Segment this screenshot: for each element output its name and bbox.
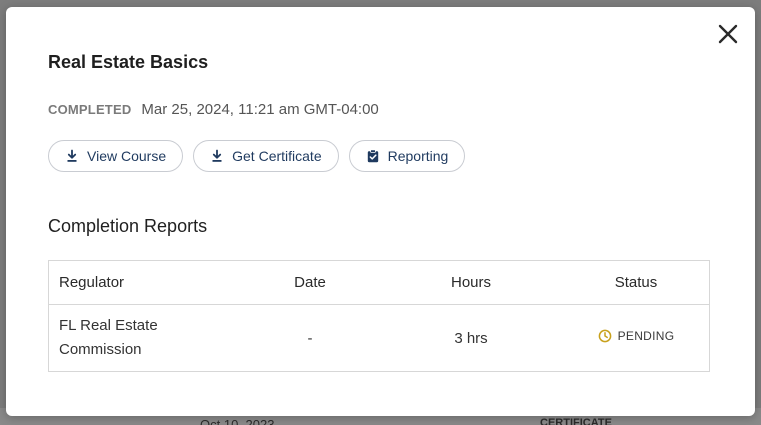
download-icon [210,149,224,163]
hours-cell: 3 hrs [454,329,488,347]
regulator-name: FL Real Estate Commission [59,317,158,358]
clipboard-check-icon [366,149,380,163]
reporting-label: Reporting [387,148,449,164]
completion-reports-table: Regulator Date Hours Status FL Real Esta… [48,260,710,372]
clock-icon [598,329,611,343]
close-icon [718,24,738,44]
course-title: Real Estate Basics [48,52,209,72]
action-buttons: View Course Get Certificate Reporting [48,140,466,172]
status-text: PENDING [617,329,675,343]
column-header-date: Date [241,261,379,305]
course-detail-modal: Real Estate Basics COMPLETED Mar 25, 202… [6,7,755,416]
get-certificate-label: Get Certificate [232,148,322,164]
download-icon [65,149,79,163]
background-certificate-text: CERTIFICATE [540,417,612,425]
column-header-status: Status [563,261,709,305]
date-cell: - [307,329,313,347]
view-course-label: View Course [87,148,167,164]
completion-status-label: COMPLETED [48,102,132,117]
column-header-hours: Hours [379,261,563,305]
completion-meta: COMPLETED Mar 25, 2024, 11:21 am GMT-04:… [48,101,379,118]
table-header-row: Regulator Date Hours Status [49,261,709,305]
status-cell: PENDING [563,305,709,372]
view-course-button[interactable]: View Course [48,140,184,172]
background-date-text: Oct 10, 2023 [200,417,275,425]
column-header-regulator: Regulator [49,261,241,305]
completion-reports-heading: Completion Reports [48,216,208,236]
get-certificate-button[interactable]: Get Certificate [193,140,339,172]
regulator-cell: FL Real Estate Commission [49,305,241,372]
table-row: FL Real Estate Commission - 3 hrs PENDIN… [49,305,709,372]
status-badge: PENDING [598,329,675,343]
reporting-button[interactable]: Reporting [348,140,466,172]
close-button[interactable] [715,21,741,47]
completion-date: Mar 25, 2024, 11:21 am GMT-04:00 [141,101,379,118]
